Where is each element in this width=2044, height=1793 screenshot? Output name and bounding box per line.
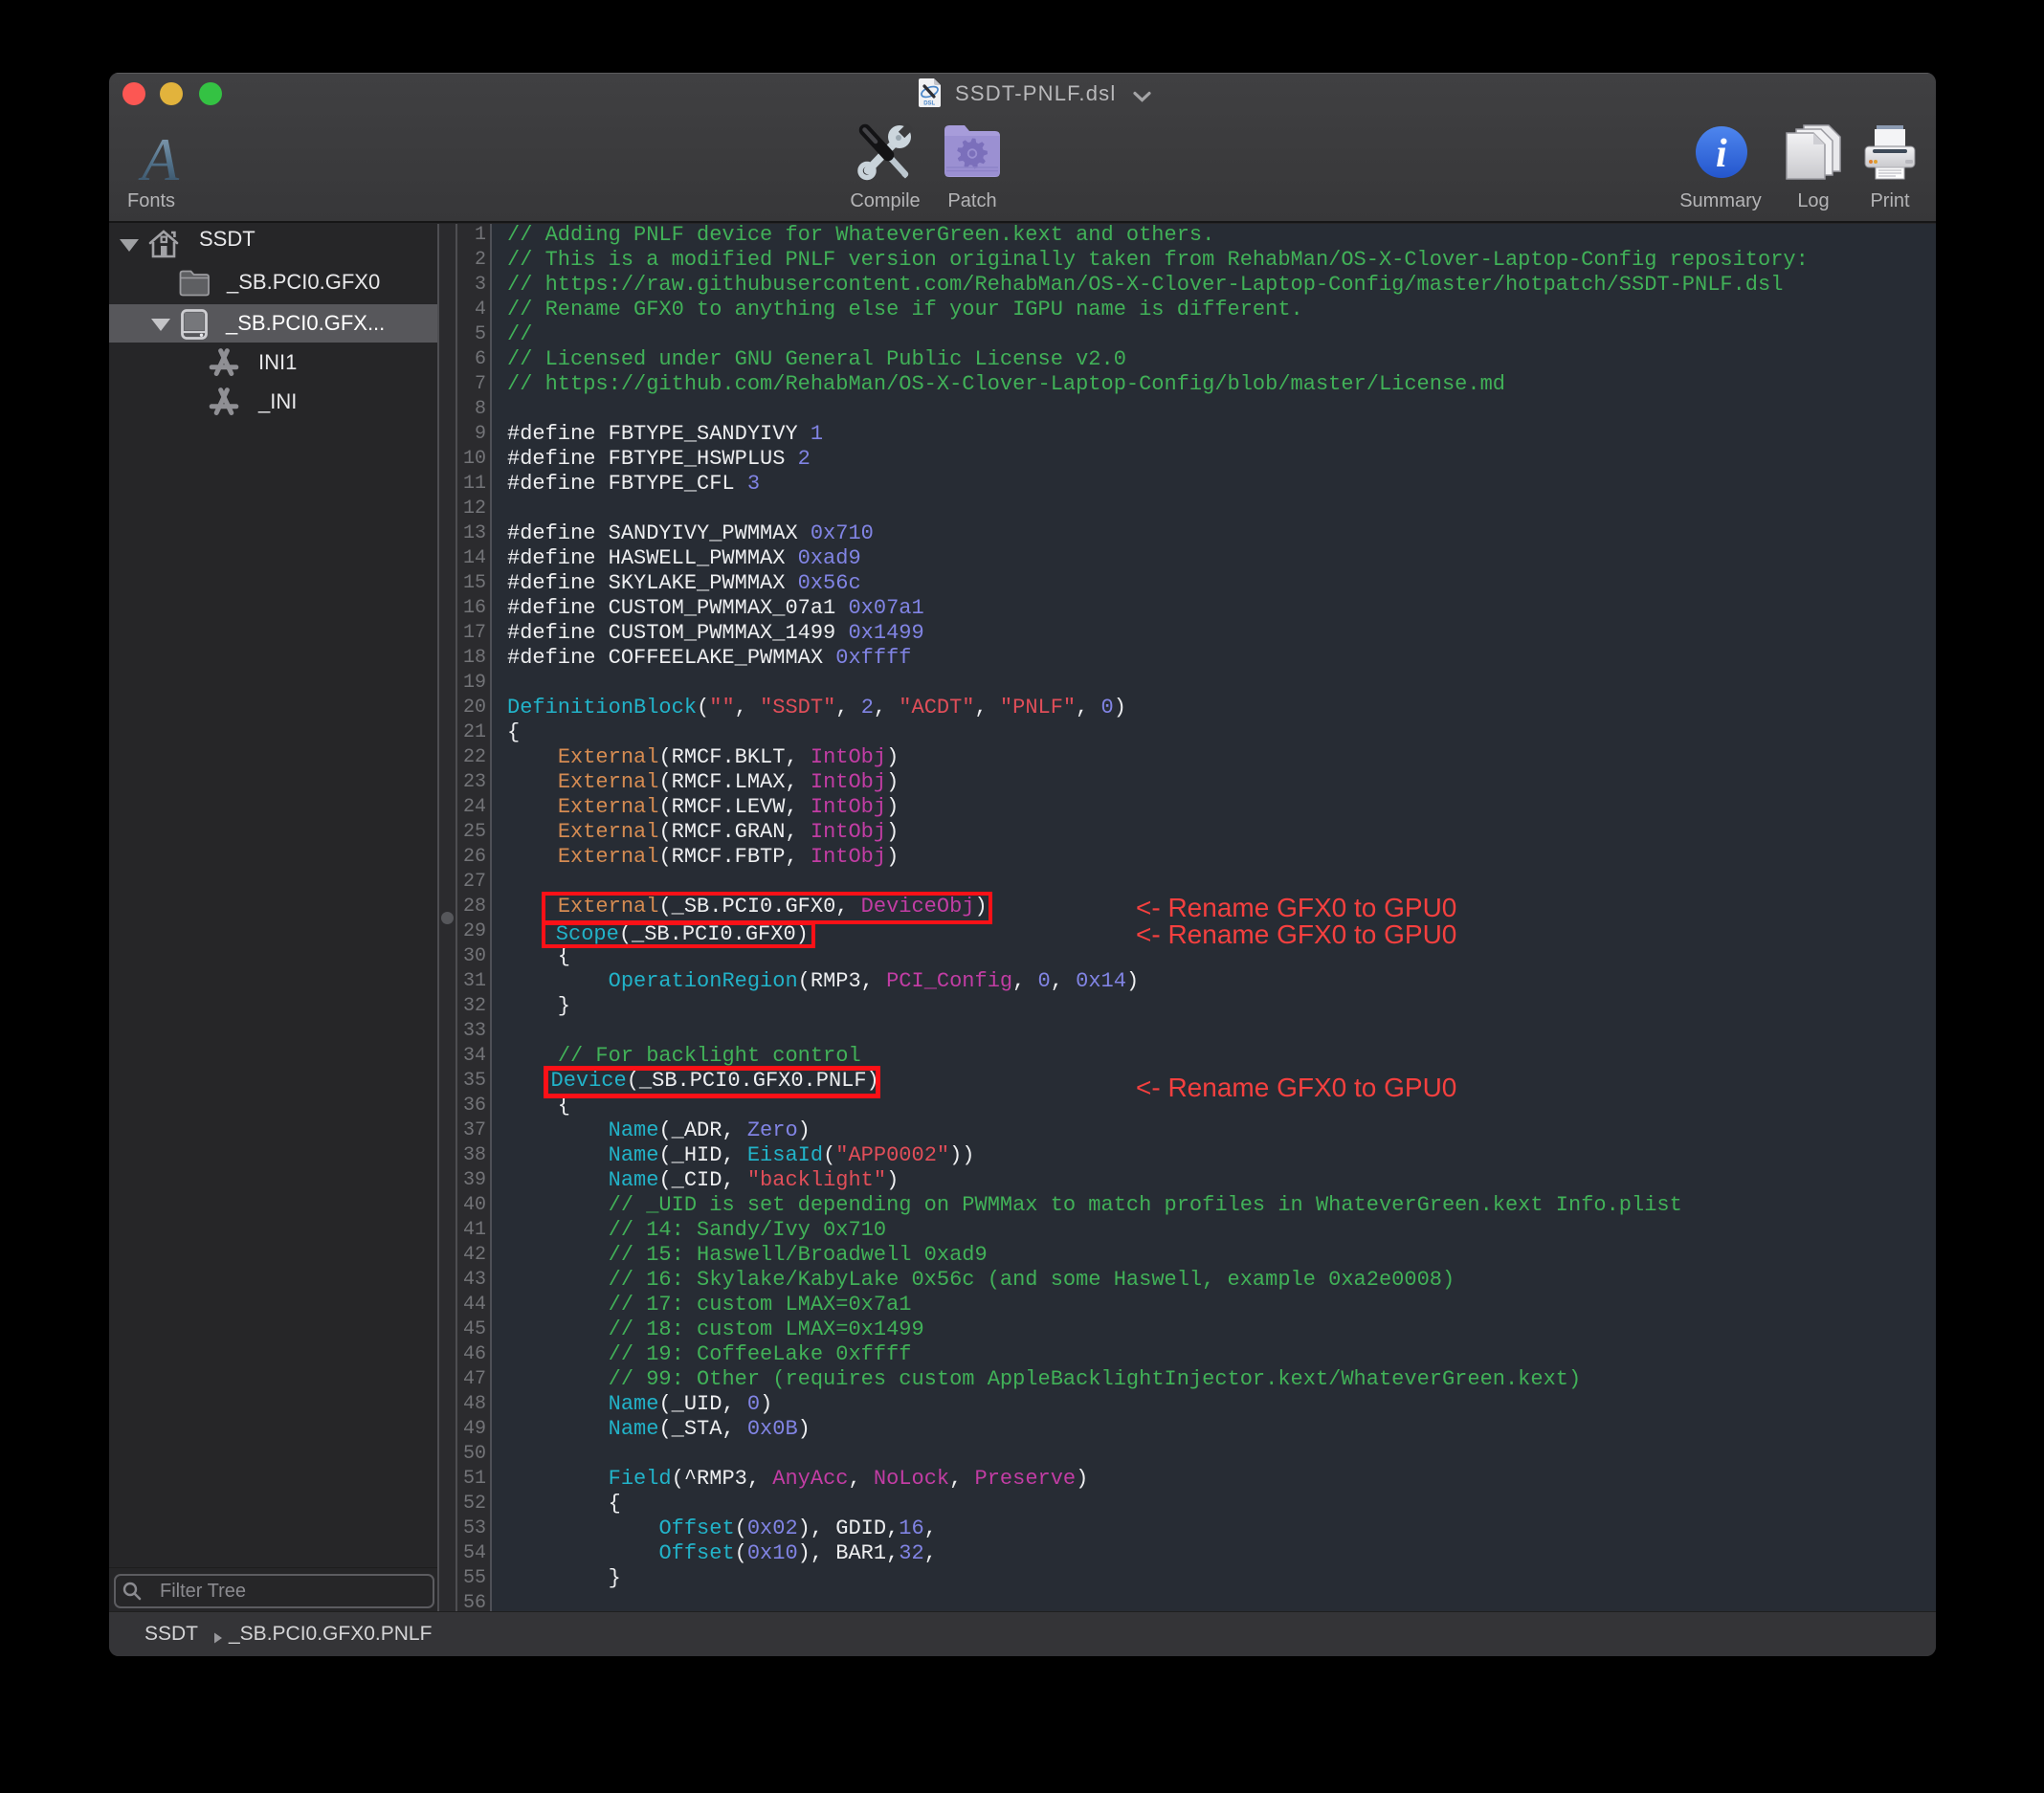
svg-text:DSL: DSL [923,101,935,107]
svg-text:A: A [138,125,180,193]
svg-text:i: i [1716,132,1727,176]
